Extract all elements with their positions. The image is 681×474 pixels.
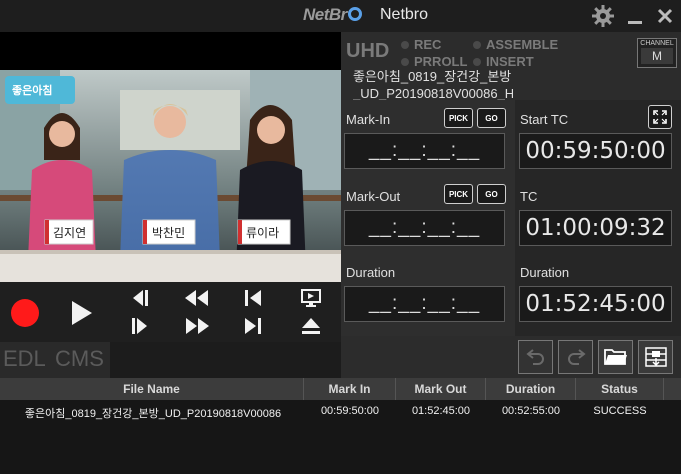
eject-icon[interactable] xyxy=(298,315,324,337)
start-tc-field[interactable]: 00:59:50:00 xyxy=(519,133,672,169)
mark-out-field[interactable]: __:__:__:__ xyxy=(344,210,505,246)
play-button[interactable] xyxy=(64,296,98,330)
open-folder-icon xyxy=(603,349,627,365)
mode-assemble[interactable]: ASSEMBLE xyxy=(473,37,558,52)
redo-icon xyxy=(567,349,586,365)
mark-in-pick-button[interactable]: PICK xyxy=(444,108,473,128)
mark-duration-field: __:__:__:__ xyxy=(344,286,505,322)
title-bar: NetBr Netbro xyxy=(0,0,681,32)
app-title: Netbro xyxy=(380,6,429,23)
logo-ring-icon xyxy=(347,7,362,21)
fast-forward-button[interactable] xyxy=(182,315,212,337)
video-frame[interactable]: 좋은아침 김지연 박찬민 류이라 xyxy=(0,70,341,298)
redo-button[interactable] xyxy=(558,340,593,374)
total-duration-field: 01:52:45:00 xyxy=(519,286,672,322)
insert-indicator-icon xyxy=(473,57,481,66)
cell-mark-out: 01:52:45:00 xyxy=(411,405,471,417)
cell-duration: 00:52:55:00 xyxy=(501,405,561,417)
undo-icon xyxy=(525,349,544,365)
tc-label: TC xyxy=(520,189,538,204)
monitor-icon[interactable] xyxy=(298,287,324,309)
format-label: UHD xyxy=(346,40,390,62)
mark-in-field[interactable]: __:__:__:__ xyxy=(344,133,505,169)
minimize-icon[interactable] xyxy=(622,3,648,29)
channel-label: CHANNEL xyxy=(640,40,674,47)
mode-rec[interactable]: REC xyxy=(401,37,441,52)
prroll-indicator-icon xyxy=(401,57,409,66)
column-file-name[interactable]: File Name xyxy=(0,378,304,400)
transport-controls xyxy=(0,282,341,342)
cell-mark-in: 00:59:50:00 xyxy=(320,405,380,417)
file-info: 좋은아침_0819_장건강_본방 _UD_P20190818V00086_HR.… xyxy=(353,68,513,102)
list-settings-icon xyxy=(644,347,667,367)
rewind-button[interactable] xyxy=(182,287,212,309)
column-mark-out[interactable]: Mark Out xyxy=(396,378,486,400)
column-duration[interactable]: Duration xyxy=(486,378,576,400)
mark-in-go-button[interactable]: GO xyxy=(477,108,506,128)
channel-value: M xyxy=(641,48,673,64)
cell-status: SUCCESS xyxy=(593,405,647,417)
mark-in-label: Mark-In xyxy=(346,112,391,127)
edl-table: File Name Mark In Mark Out Duration Stat… xyxy=(0,378,681,474)
file-name-line1: 좋은아침_0819_장건강_본방 xyxy=(353,69,512,84)
name-tag-right: 류이라 xyxy=(246,226,279,240)
show-logo: 좋은아침 xyxy=(12,83,52,97)
start-tc-label: Start TC xyxy=(520,112,569,127)
name-tag-center: 박찬민 xyxy=(152,225,185,240)
gear-icon[interactable] xyxy=(590,3,616,29)
cell-file-name: 좋은아침_0819_장건강_본방_UD_P20190818V00086 xyxy=(24,408,282,420)
total-duration-label: Duration xyxy=(520,265,570,280)
undo-button[interactable] xyxy=(518,340,553,374)
tc-field: 01:00:09:32 xyxy=(519,210,672,246)
video-preview: 좋은아침 김지연 박찬민 류이라 xyxy=(0,32,341,305)
close-icon[interactable] xyxy=(652,3,678,29)
table-header: File Name Mark In Mark Out Duration Stat… xyxy=(0,378,681,400)
assemble-indicator-icon xyxy=(473,40,481,49)
record-button[interactable] xyxy=(8,296,42,330)
go-to-start-button[interactable] xyxy=(240,287,266,309)
open-folder-button[interactable] xyxy=(598,340,633,374)
tab-bar: EDL CMS xyxy=(0,342,110,378)
mark-out-pick-button[interactable]: PICK xyxy=(444,184,473,204)
mode-insert[interactable]: INSERT xyxy=(473,54,534,69)
step-forward-button[interactable] xyxy=(126,315,154,337)
step-back-button[interactable] xyxy=(126,287,154,309)
column-status[interactable]: Status xyxy=(576,378,664,400)
tab-cms[interactable]: CMS xyxy=(55,346,104,372)
rec-indicator-icon xyxy=(401,40,409,49)
mode-prroll[interactable]: PRROLL xyxy=(401,54,467,69)
mark-out-go-button[interactable]: GO xyxy=(477,184,506,204)
tab-edl[interactable]: EDL xyxy=(3,346,46,372)
channel-selector[interactable]: CHANNEL M xyxy=(637,38,677,68)
expand-icon[interactable] xyxy=(648,105,672,129)
mark-out-label: Mark-Out xyxy=(346,189,401,204)
list-settings-button[interactable] xyxy=(638,340,673,374)
column-mark-in[interactable]: Mark In xyxy=(304,378,396,400)
go-to-end-button[interactable] xyxy=(240,315,266,337)
mark-duration-label: Duration xyxy=(346,265,396,280)
netbro-logo: NetBr xyxy=(303,5,362,25)
name-tag-left: 김지연 xyxy=(53,226,86,240)
